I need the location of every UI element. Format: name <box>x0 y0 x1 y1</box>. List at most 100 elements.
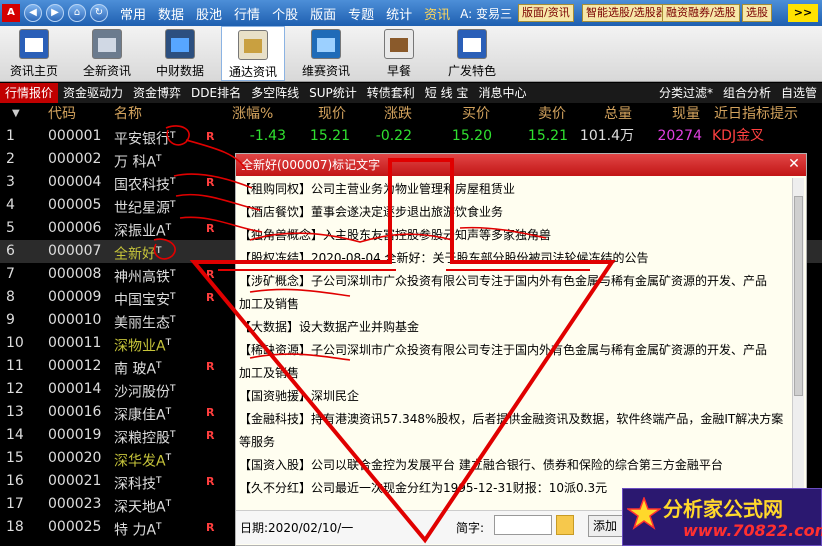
toolbar-item-2[interactable]: 中财数据 <box>148 26 212 81</box>
table-row[interactable]: 1 000001 平安银行T R -1.43 15.21 -0.22 15.20 15.21 10… <box>0 125 822 148</box>
toolbar-item-label: 中财数据 <box>155 64 204 78</box>
sub-tab-6[interactable]: 转债套利 <box>362 83 420 103</box>
col-code[interactable]: 代码 <box>48 103 110 125</box>
mark-text-indicator[interactable]: T <box>170 269 176 279</box>
mark-text-indicator[interactable]: T <box>166 499 172 509</box>
color-picker-button[interactable] <box>556 515 574 535</box>
mark-text-indicator[interactable]: T <box>170 200 176 210</box>
mark-text-indicator[interactable]: T <box>156 522 162 532</box>
mark-text-indicator[interactable]: T <box>170 430 176 440</box>
menu-item-4[interactable]: 个股 <box>272 4 298 23</box>
app-logo: A <box>2 4 20 22</box>
row-index: 7 <box>6 263 40 286</box>
scrollbar-thumb[interactable] <box>794 196 803 396</box>
top-tag-smart-select[interactable]: 智能选股/选股器 <box>582 4 671 22</box>
mark-text-indicator[interactable]: T <box>170 384 176 394</box>
menu-item-2[interactable]: 股池 <box>196 4 222 23</box>
main-menu: 常用 数据 股池 行情 个股 版面 专题 统计 资讯 <box>108 4 450 23</box>
menu-item-0[interactable]: 常用 <box>120 4 146 23</box>
menu-item-1[interactable]: 数据 <box>158 4 184 23</box>
col-price[interactable]: 现价 <box>318 103 378 125</box>
toolbar-item-1[interactable]: 全新资讯 <box>75 26 139 81</box>
sub-tab-7[interactable]: 短 线 宝 <box>420 83 474 103</box>
back-icon[interactable]: ◀ <box>24 4 42 22</box>
row-code-text: 000007 <box>48 243 102 259</box>
mark-text-indicator[interactable]: T <box>156 361 162 371</box>
row-index: 14 <box>6 424 40 447</box>
row-pct-text: -1.43 <box>249 128 286 144</box>
top-tag-layout[interactable]: 版面/资讯 <box>518 4 574 22</box>
row-code: 000006 <box>48 217 110 240</box>
row-name-text: 深物业A <box>114 338 166 355</box>
row-ask: 15.21 <box>498 125 568 148</box>
row-index: 16 <box>6 470 40 493</box>
row-index-text: 13 <box>6 404 24 420</box>
col-ask[interactable]: 卖价 <box>538 103 608 125</box>
mark-text-indicator[interactable]: T <box>156 476 162 486</box>
row-code: 000009 <box>48 286 110 309</box>
row-index: 18 <box>6 516 40 539</box>
mark-text-indicator[interactable]: T <box>170 177 176 187</box>
sub-right-item-0[interactable]: 分类过滤* <box>654 83 718 103</box>
top-tag-margin[interactable]: 融资融券/选股 <box>662 4 740 22</box>
toolbar-item-0[interactable]: 资讯主页 <box>2 26 66 81</box>
mark-text-indicator[interactable]: T <box>156 154 162 164</box>
mark-text-indicator[interactable]: T <box>166 338 172 348</box>
toolbar-item-3[interactable]: 通达资讯 <box>221 26 285 81</box>
mark-text-indicator[interactable]: T <box>170 315 176 325</box>
mark-text-indicator[interactable]: T <box>170 131 176 141</box>
row-code: 000020 <box>48 447 110 470</box>
mark-text-indicator[interactable]: T <box>166 407 172 417</box>
row-flag: R <box>206 470 218 493</box>
refresh-icon[interactable]: ↻ <box>90 4 108 22</box>
home-icon[interactable]: ⌂ <box>68 4 86 22</box>
sub-tab-5[interactable]: SUP统计 <box>304 83 362 103</box>
toolbar-item-5[interactable]: 早餐 <box>367 26 431 81</box>
menu-item-8[interactable]: 资讯 <box>424 4 450 23</box>
sub-tab-4[interactable]: 多空阵线 <box>246 83 304 103</box>
calendar-icon <box>457 29 487 59</box>
mark-text-indicator[interactable]: T <box>166 453 172 463</box>
close-icon[interactable]: ✕ <box>786 156 802 172</box>
row-name-text: 深振业A <box>114 223 166 240</box>
row-flag-text: R <box>206 268 215 281</box>
mark-text-indicator[interactable]: T <box>166 223 172 233</box>
row-code: 000008 <box>48 263 110 286</box>
col-chg[interactable]: 涨跌 <box>384 103 444 125</box>
row-indicator: KDJ金叉 <box>712 125 822 148</box>
sub-right-item-2[interactable]: 自选管 <box>776 83 822 103</box>
col-vol[interactable]: 总量 <box>604 103 664 125</box>
col-bid[interactable]: 买价 <box>462 103 536 125</box>
sub-tab-2[interactable]: 资金博弈 <box>128 83 186 103</box>
row-bid-text: 15.20 <box>451 128 492 144</box>
more-button[interactable]: >> <box>788 4 818 22</box>
sort-down-icon[interactable]: ▼ <box>12 103 20 125</box>
mark-text-line: 【金融科技】持有港澳资讯57.348%股权，后者提供金融资讯及数据，软件终端产品… <box>239 412 784 426</box>
sub-tab-8[interactable]: 消息中心 <box>473 83 531 103</box>
jianzi-label: 简字: <box>456 521 485 535</box>
row-code: 000004 <box>48 171 110 194</box>
dialog-scrollbar[interactable] <box>792 178 804 508</box>
col-pct[interactable]: 涨幅% <box>232 103 292 125</box>
mark-text-indicator[interactable]: T <box>156 246 162 256</box>
menu-item-6[interactable]: 专题 <box>348 4 374 23</box>
col-indicator[interactable]: 近日指标提示 <box>714 103 822 125</box>
jianzi-input[interactable] <box>494 515 552 535</box>
toolbar-item-4[interactable]: 维赛资讯 <box>294 26 358 81</box>
watermark-url: www.70822.com <box>683 521 822 540</box>
sub-tab-0[interactable]: 行情报价 <box>0 83 59 103</box>
mark-text-indicator[interactable]: T <box>170 292 176 302</box>
row-vol: 101.4万 <box>574 125 634 148</box>
forward-icon[interactable]: ▶ <box>46 4 64 22</box>
sub-tab-1[interactable]: 资金驱动力 <box>58 83 128 103</box>
row-name-text: 神州高铁 <box>114 269 170 286</box>
row-code: 000011 <box>48 332 110 355</box>
menu-item-3[interactable]: 行情 <box>234 4 260 23</box>
col-name[interactable]: 名称 <box>114 103 194 125</box>
top-tag-select[interactable]: 选股 <box>742 4 772 22</box>
menu-item-7[interactable]: 统计 <box>386 4 412 23</box>
toolbar-item-6[interactable]: 广发特色 <box>440 26 504 81</box>
menu-item-5[interactable]: 版面 <box>310 4 336 23</box>
sub-tab-3[interactable]: DDE排名 <box>186 83 246 103</box>
sub-right-item-1[interactable]: 组合分析 <box>718 83 776 103</box>
